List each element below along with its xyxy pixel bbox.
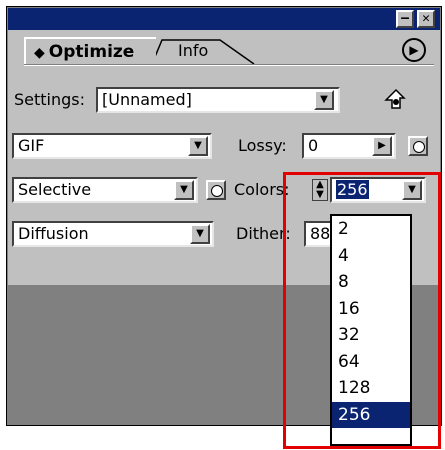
format-value: GIF <box>18 136 45 155</box>
close-icon: ✕ <box>422 11 430 26</box>
tab-info[interactable]: Info <box>160 40 230 64</box>
lossy-value: 0 <box>308 136 319 155</box>
palette-dropdown-button[interactable]: ▼ <box>174 180 194 200</box>
minimize-icon: – <box>401 11 409 26</box>
chevron-down-icon: ▼ <box>196 228 204 239</box>
palette-channel-button[interactable] <box>206 180 226 200</box>
sort-diamond-icon: ◆ <box>34 45 45 61</box>
highlight-annotation-box <box>283 172 441 449</box>
arrow-right-icon: ▶ <box>378 140 386 151</box>
dither-method-select[interactable]: Diffusion <box>12 221 214 247</box>
chevron-down-icon: ▼ <box>180 184 188 195</box>
format-select[interactable]: GIF <box>12 133 212 159</box>
settings-select[interactable]: [Unnamed] <box>96 87 340 113</box>
optimize-wizard-icon[interactable] <box>382 86 410 114</box>
lossy-label: Lossy: <box>238 136 287 155</box>
lossy-slider-button[interactable]: ▶ <box>372 136 392 156</box>
tab-optimize[interactable]: ◆ Optimize <box>24 37 156 65</box>
close-button[interactable]: ✕ <box>417 10 435 28</box>
tab-info-label: Info <box>178 41 209 60</box>
tab-divider <box>24 64 434 66</box>
settings-value: [Unnamed] <box>102 90 192 109</box>
settings-dropdown-button[interactable]: ▼ <box>314 90 334 110</box>
colors-label: Colors: <box>234 180 290 199</box>
chevron-down-icon: ▼ <box>320 94 328 105</box>
dither-method-value: Diffusion <box>18 224 89 243</box>
palette-menu-icon: ▶ <box>409 43 419 57</box>
settings-label: Settings: <box>14 90 86 109</box>
palette-menu-button[interactable]: ▶ <box>402 38 426 62</box>
palette-title-bar[interactable] <box>8 8 440 30</box>
tab-optimize-label: Optimize <box>48 42 135 62</box>
palette-value: Selective <box>18 180 92 199</box>
minimize-button[interactable]: – <box>396 10 414 28</box>
palette-select[interactable]: Selective <box>12 177 198 203</box>
format-dropdown-button[interactable]: ▼ <box>188 136 208 156</box>
lossy-channel-button[interactable] <box>408 136 428 156</box>
chevron-down-icon: ▼ <box>194 140 202 151</box>
dither-dropdown-button[interactable]: ▼ <box>190 224 210 244</box>
